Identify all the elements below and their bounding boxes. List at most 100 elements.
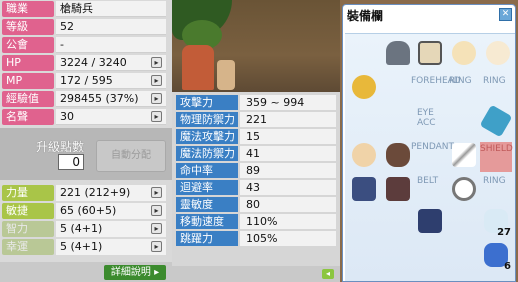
hp-add-button[interactable]: ▸ bbox=[151, 57, 162, 68]
guild-row: 公會 - bbox=[0, 36, 168, 54]
avoid-label: 迴避率 bbox=[176, 180, 238, 195]
detail-row: 靈敏度 80 bbox=[174, 196, 338, 213]
game-scene bbox=[172, 0, 340, 92]
jump-value: 105% bbox=[240, 231, 336, 246]
medal-icon bbox=[352, 75, 376, 99]
mp-label: MP bbox=[2, 73, 54, 89]
hp-label: HP bbox=[2, 55, 54, 71]
dex-row: 敏捷 65 (60+5) ▸ bbox=[0, 202, 168, 220]
attack-value: 359 ~ 994 bbox=[240, 95, 336, 110]
fame-info-button[interactable]: ▸ bbox=[151, 111, 162, 122]
ring-slot-label: RING bbox=[483, 176, 506, 186]
ring-slot[interactable] bbox=[449, 174, 479, 204]
jump-label: 跳躍力 bbox=[176, 231, 238, 246]
dex-add-button[interactable]: ▸ bbox=[151, 205, 162, 216]
int-label: 智力 bbox=[2, 221, 54, 237]
guild-label: 公會 bbox=[2, 37, 54, 53]
pet-face-icon bbox=[352, 143, 376, 167]
dex-value: 65 (60+5) bbox=[56, 203, 166, 219]
exp-info-button[interactable]: ▸ bbox=[151, 93, 162, 104]
accuracy-value: 89 bbox=[240, 163, 336, 178]
job-value: 槍騎兵 bbox=[56, 1, 166, 17]
helmet-slot[interactable] bbox=[383, 38, 413, 68]
detail-row: 命中率 89 bbox=[174, 162, 338, 179]
shoe-slot[interactable] bbox=[415, 206, 445, 236]
player-sprite bbox=[182, 45, 214, 90]
medal-slot[interactable] bbox=[349, 72, 379, 102]
pet-face-icon bbox=[486, 41, 510, 65]
detail-row: 跳躍力 105% bbox=[174, 230, 338, 247]
stat-window: 職業 槍騎兵 等級 52 公會 - HP 3224 / 3240 ▸ MP 17… bbox=[0, 0, 172, 282]
int-row: 智力 5 (4+1) ▸ bbox=[0, 220, 168, 238]
exp-label: 經驗值 bbox=[2, 91, 54, 107]
glove-slot[interactable] bbox=[349, 174, 379, 204]
avoid-value: 43 bbox=[240, 180, 336, 195]
fame-row: 名聲 30 ▸ bbox=[0, 108, 168, 126]
shield-slot-label: SHIELD bbox=[480, 144, 513, 154]
shield-slot[interactable]: SHIELD bbox=[480, 142, 513, 172]
pet-face-icon bbox=[452, 41, 476, 65]
ability-points-label: 升級點數 bbox=[36, 140, 85, 154]
weapon-def-label: 物理防禦力 bbox=[176, 112, 238, 127]
ability-points-value: 0 bbox=[58, 154, 84, 170]
face-accessory-icon bbox=[418, 41, 442, 65]
ring-slot[interactable] bbox=[483, 38, 513, 68]
pet-slot[interactable] bbox=[349, 140, 379, 170]
shoulder-armor-icon bbox=[386, 143, 410, 167]
auto-assign-button[interactable]: 自動分配 bbox=[96, 140, 166, 172]
magic-def-label: 魔法防禦力 bbox=[176, 146, 238, 161]
luk-label: 幸運 bbox=[2, 239, 54, 255]
level-label: 等級 bbox=[2, 19, 54, 35]
helmet-icon bbox=[386, 41, 410, 65]
belt-slot-label: BELT bbox=[417, 176, 439, 186]
str-add-button[interactable]: ▸ bbox=[151, 187, 162, 198]
detail-stats-window: 攻擊力 359 ~ 994 物理防禦力 221 魔法攻擊力 15 魔法防禦力 4… bbox=[172, 92, 340, 282]
mp-add-button[interactable]: ▸ bbox=[151, 75, 162, 86]
int-add-button[interactable]: ▸ bbox=[151, 223, 162, 234]
npc-sprite bbox=[217, 60, 235, 90]
ring-slot[interactable] bbox=[449, 38, 479, 68]
overall-slot[interactable] bbox=[383, 174, 413, 204]
equipment-window: 裝備欄 ✕ FOREHEAD RING RING EYE ACC PENDANT… bbox=[342, 4, 516, 282]
level-row: 等級 52 bbox=[0, 18, 168, 36]
forehead-slot[interactable] bbox=[415, 38, 445, 68]
detail-row: 攻擊力 359 ~ 994 bbox=[174, 94, 338, 111]
detail-toggle-button[interactable]: 詳細說明 ▸ bbox=[104, 265, 166, 280]
accuracy-label: 命中率 bbox=[176, 163, 238, 178]
int-value: 5 (4+1) bbox=[56, 221, 166, 237]
item-count: 6 bbox=[504, 261, 511, 272]
shoulder-slot[interactable] bbox=[383, 140, 413, 170]
luk-row: 幸運 5 (4+1) ▸ bbox=[0, 238, 168, 256]
weapon-slot[interactable] bbox=[449, 140, 479, 170]
detail-row: 物理防禦力 221 bbox=[174, 111, 338, 128]
mp-value: 172 / 595 bbox=[56, 73, 166, 89]
detail-row: 魔法攻擊力 15 bbox=[174, 128, 338, 145]
glove-icon bbox=[352, 177, 376, 201]
collapse-detail-button[interactable]: ◂ bbox=[322, 269, 334, 279]
detail-row: 迴避率 43 bbox=[174, 179, 338, 196]
attack-label: 攻擊力 bbox=[176, 95, 238, 110]
exp-row: 經驗值 298455 (37%) ▸ bbox=[0, 90, 168, 108]
item-count: 27 bbox=[497, 227, 511, 238]
magic-def-value: 41 bbox=[240, 146, 336, 161]
dex-label: 敏捷 bbox=[2, 203, 54, 219]
earring-slot[interactable] bbox=[479, 104, 513, 138]
str-value: 221 (212+9) bbox=[56, 185, 166, 201]
fame-value: 30 bbox=[56, 109, 166, 125]
boots-icon bbox=[418, 209, 442, 233]
ability-points-box: 升級點數 0 自動分配 bbox=[0, 128, 172, 180]
armor-icon bbox=[386, 177, 410, 201]
potion-slot[interactable]: 6 bbox=[481, 240, 511, 272]
ring-slot-label: RING bbox=[483, 76, 506, 86]
close-icon[interactable]: ✕ bbox=[499, 8, 512, 21]
magic-attack-value: 15 bbox=[240, 129, 336, 144]
potion-slot[interactable]: 27 bbox=[481, 206, 511, 238]
hp-value: 3224 / 3240 bbox=[56, 55, 166, 71]
job-label: 職業 bbox=[2, 1, 54, 17]
detail-row: 魔法防禦力 41 bbox=[174, 145, 338, 162]
equipment-grid: FOREHEAD RING RING EYE ACC PENDANT SHIEL… bbox=[345, 33, 515, 281]
fame-label: 名聲 bbox=[2, 109, 54, 125]
luk-add-button[interactable]: ▸ bbox=[151, 241, 162, 252]
speed-label: 移動速度 bbox=[176, 214, 238, 229]
guild-value: - bbox=[56, 37, 166, 53]
